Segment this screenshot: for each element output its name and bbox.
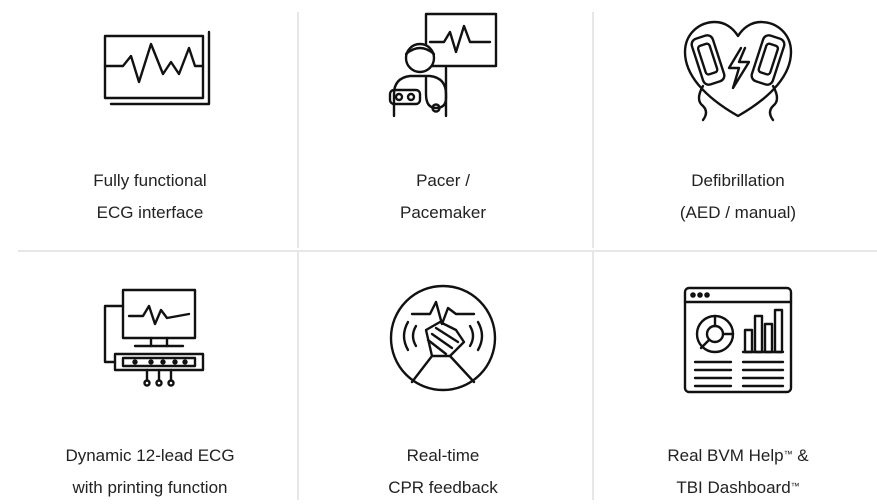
feature-label: Defibrillation (AED / manual) [593, 165, 877, 229]
feature-label-line2: ECG interface [96, 203, 204, 222]
ecg-printer-icon [85, 284, 215, 404]
feature-label-line1: Real-time [406, 446, 480, 465]
feature-label-line2: (AED / manual) [679, 203, 797, 222]
feature-label-line2: TBI Dashboard™ [593, 472, 877, 504]
cpr-hands-icon [378, 278, 508, 398]
feature-cpr-feedback: Real-time CPR feedback [298, 252, 588, 500]
feature-label-line1: Defibrillation [691, 171, 785, 190]
feature-12-lead-ecg: Dynamic 12-lead ECG with printing functi… [5, 252, 295, 500]
feature-bvm-tbi-dashboard: Real BVM Help™ & TBI Dashboard™ [593, 252, 877, 500]
dashboard-charts-icon [673, 282, 803, 402]
feature-label: Real-time CPR feedback [298, 440, 588, 504]
feature-label-line2-text: TBI Dashboard [676, 478, 791, 497]
feature-label-line1: Dynamic 12-lead ECG [65, 446, 235, 465]
feature-label-line1: Real BVM Help™ & [593, 440, 877, 472]
feature-grid: Fully functional ECG interface Pacer / P… [0, 0, 877, 500]
feature-label: Pacer / Pacemaker [298, 165, 588, 229]
feature-defibrillation: Defibrillation (AED / manual) [593, 0, 877, 250]
feature-label: Fully functional ECG interface [5, 165, 295, 229]
feature-label-line1: Pacer / [416, 171, 470, 190]
pacer-doctor-icon [378, 8, 508, 128]
feature-label: Real BVM Help™ & TBI Dashboard™ [593, 440, 877, 504]
trademark-symbol: ™ [790, 481, 800, 491]
defibrillator-heart-icon [673, 8, 803, 128]
ecg-monitor-icon [85, 18, 215, 138]
feature-label-line2: CPR feedback [388, 478, 498, 497]
feature-label-line1-suffix: & [792, 446, 809, 465]
feature-ecg-interface: Fully functional ECG interface [5, 0, 295, 250]
feature-label-line2: Pacemaker [400, 203, 486, 222]
feature-pacer: Pacer / Pacemaker [298, 0, 588, 250]
feature-label: Dynamic 12-lead ECG with printing functi… [5, 440, 295, 504]
feature-label-line1-text: Real BVM Help [667, 446, 784, 465]
feature-label-line2: with printing function [72, 478, 228, 497]
trademark-symbol: ™ [783, 449, 793, 459]
feature-label-line1: Fully functional [93, 171, 207, 190]
